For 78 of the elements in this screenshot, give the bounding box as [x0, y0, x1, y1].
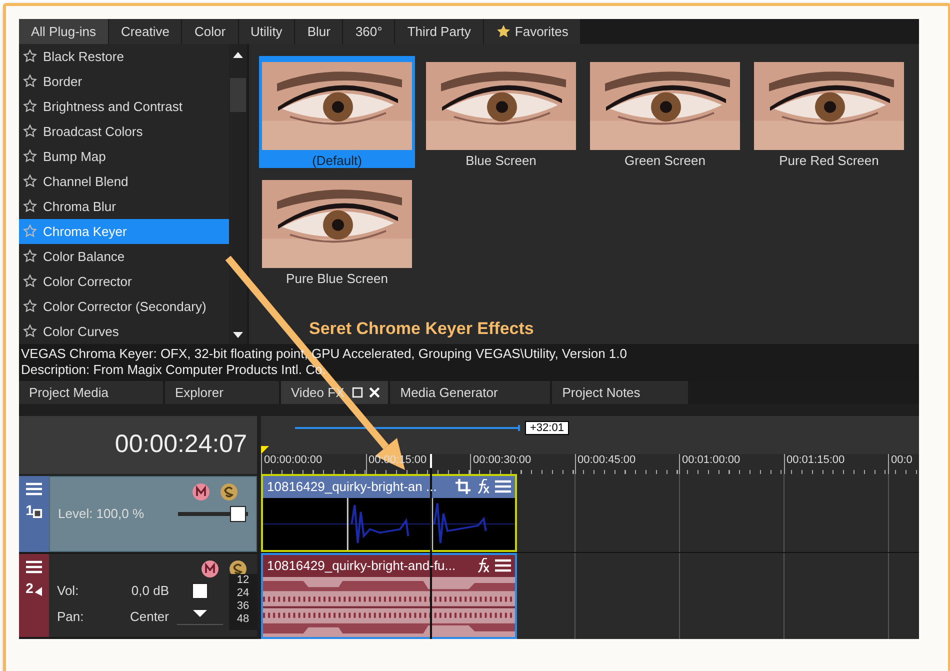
plugin-item[interactable]: Color Balance	[19, 244, 229, 269]
plugin-tab[interactable]: Color	[182, 19, 239, 44]
pan-label: Pan:	[57, 609, 85, 624]
volume-value: 0,0 dB	[130, 583, 169, 598]
loop-length: +32:01	[525, 420, 569, 435]
star-icon	[23, 74, 37, 88]
plugin-tab[interactable]: Third Party	[395, 19, 484, 44]
star-icon	[23, 324, 37, 338]
annotation-text: Seret Chrome Keyer Effects	[309, 319, 534, 339]
plugin-tab[interactable]: All Plug-ins	[19, 19, 110, 44]
meter-tick: 48	[236, 612, 250, 626]
meter-tick: 24	[236, 586, 250, 600]
star-icon	[23, 49, 37, 64]
preset-thumbnail[interactable]: Blue Screen	[423, 56, 579, 168]
plugin-item[interactable]: Bump Map	[19, 144, 229, 169]
pan-value: Center	[128, 609, 169, 624]
scroll-down-icon[interactable]	[233, 332, 243, 338]
plugin-tab[interactable]: Blur	[295, 19, 344, 44]
marker-icon	[261, 446, 269, 454]
star-icon	[23, 199, 37, 214]
preset-thumbnail[interactable]: Green Screen	[587, 56, 743, 168]
menu-icon[interactable]	[26, 482, 42, 496]
slider-thumb[interactable]	[192, 582, 208, 599]
star-icon	[23, 99, 37, 114]
star-icon	[496, 24, 511, 39]
star-icon	[23, 224, 37, 238]
close-icon[interactable]	[369, 386, 380, 398]
clip-name: 10816429_quirky-bright-and-fu...	[267, 558, 457, 574]
plugin-item[interactable]: Color Corrector (Secondary)	[19, 294, 229, 319]
star-icon	[23, 249, 37, 264]
preset-thumbnail[interactable]: Pure Blue Screen	[259, 174, 415, 286]
plugin-item[interactable]: Border	[19, 68, 229, 94]
plugin-item[interactable]: Color Corrector	[19, 268, 229, 294]
plugin-tab[interactable]: Utility	[238, 19, 296, 44]
media-clip[interactable]: 10816429_quirky-bright-and-fu...	[261, 552, 517, 639]
plugin-item[interactable]: Channel Blend	[19, 168, 229, 194]
plugin-item[interactable]: Color Curves	[19, 318, 229, 344]
mute-icon[interactable]	[201, 560, 219, 578]
timecode: 00:00:24:07	[114, 430, 247, 460]
preset-thumbnail[interactable]: (Default)	[259, 56, 415, 168]
star-icon	[23, 149, 37, 164]
slider-thumb[interactable]	[230, 506, 246, 522]
mute-icon[interactable]	[192, 482, 210, 501]
star-icon	[23, 174, 37, 188]
film-icon	[33, 508, 42, 518]
plugin-tab[interactable]: 360°	[343, 19, 396, 44]
star-icon	[23, 124, 37, 138]
menu-icon[interactable]	[495, 558, 511, 574]
star-icon	[23, 299, 37, 314]
crop-icon[interactable]	[455, 479, 471, 494]
track-number: 1	[26, 502, 34, 518]
meter-tick: 36	[236, 600, 250, 613]
plugin-item[interactable]: Brightness and Contrast	[19, 94, 229, 119]
speaker-icon	[33, 586, 42, 596]
plugin-tab[interactable]: Creative	[109, 19, 182, 44]
plugin-item[interactable]: Black Restore	[19, 44, 229, 69]
fx-icon[interactable]	[475, 479, 491, 494]
fx-icon[interactable]	[475, 558, 491, 574]
volume-label: Vol:	[57, 583, 80, 598]
plugin-item[interactable]: Chroma Blur	[19, 194, 229, 219]
star-icon	[23, 274, 37, 288]
scrollbar-thumb[interactable]	[230, 78, 246, 112]
plugin-item[interactable]: Broadcast Colors	[19, 118, 229, 144]
menu-icon[interactable]	[495, 479, 511, 494]
clip-name: 10816429_quirky-bright-an ...	[267, 479, 438, 494]
pan-thumb[interactable]	[193, 610, 207, 617]
plugin-tab[interactable]: Favorites	[484, 19, 582, 44]
track-number: 2	[26, 580, 34, 596]
loop-region[interactable]	[295, 424, 523, 431]
meter-tick: 12	[236, 574, 250, 587]
preset-thumbnail[interactable]: Pure Red Screen	[751, 56, 907, 168]
media-clip[interactable]: 10816429_quirky-bright-an ...	[261, 474, 517, 552]
solo-icon[interactable]	[220, 482, 238, 501]
maximize-icon[interactable]	[352, 386, 364, 398]
level-label: Level: 100,0 %	[58, 506, 146, 522]
menu-icon[interactable]	[26, 560, 42, 574]
scroll-up-icon[interactable]	[233, 52, 243, 58]
ruler-label: 00:00:00:00	[261, 454, 366, 474]
